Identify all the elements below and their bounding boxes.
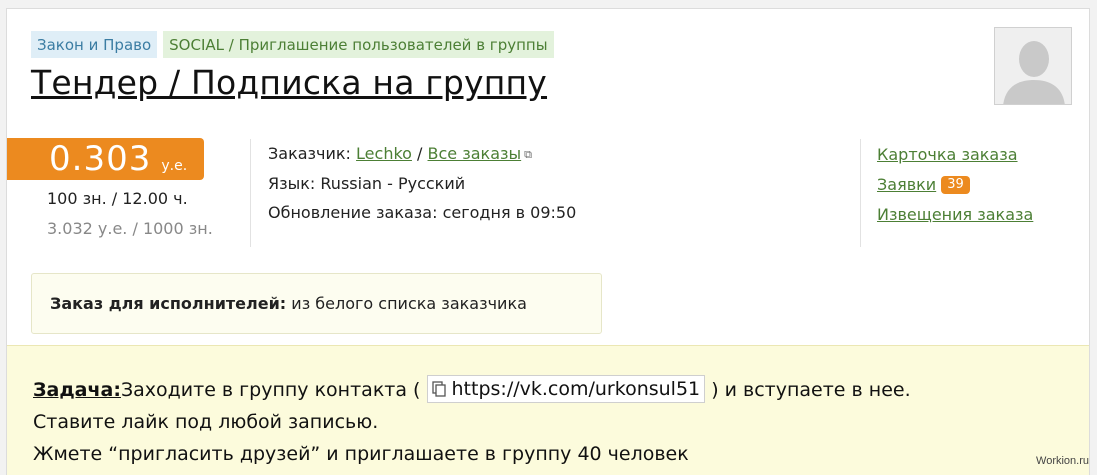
language-label: Язык: bbox=[268, 174, 316, 193]
task-line-2: Ставите лайк под любой записью. bbox=[33, 411, 379, 433]
all-orders-link[interactable]: Все заказы bbox=[428, 144, 522, 163]
bids-count-badge: 39 bbox=[941, 176, 970, 194]
language-value: Russian - Русский bbox=[320, 174, 466, 193]
task-link-box[interactable]: https://vk.com/urkonsul51 bbox=[426, 375, 706, 403]
order-info: Заказчик: Lechko / Все заказы ⧉ Язык: Rus… bbox=[268, 139, 576, 227]
whitelist-value: из белого списка заказчика bbox=[291, 294, 527, 313]
price-value: 0.303 bbox=[49, 139, 152, 179]
document-icon bbox=[431, 381, 446, 397]
divider-right bbox=[860, 139, 861, 247]
task-text-after-link: ) и вступаете в нее. bbox=[711, 379, 911, 401]
language-row: Язык: Russian - Русский bbox=[268, 169, 576, 198]
order-title: Тендер / Подписка на группу bbox=[31, 63, 548, 102]
order-side-links: Карточка заказа Заявки 39 Извещения заказ… bbox=[877, 140, 1033, 230]
rate-per-thousand: 3.032 у.е. / 1000 зн. bbox=[47, 219, 213, 238]
whitelist-notice: Заказ для исполнителей: из белого списка… bbox=[31, 273, 602, 334]
task-line-1: Задача:Заходите в группу контакта ( http… bbox=[33, 374, 1089, 406]
category-tag[interactable]: Закон и Право bbox=[31, 31, 158, 58]
separator: / bbox=[417, 144, 423, 163]
customer-link[interactable]: Lechko bbox=[356, 144, 412, 163]
subcategory-tag[interactable]: SOCIAL / Приглашение пользователей в гру… bbox=[163, 31, 554, 58]
category-tags: Закон и Право SOCIAL / Приглашение польз… bbox=[31, 31, 554, 58]
avatar-placeholder-icon bbox=[995, 28, 1071, 104]
task-text-before-link: Заходите в группу контакта ( bbox=[120, 379, 421, 401]
update-value: сегодня в 09:50 bbox=[442, 203, 577, 222]
order-notices-link[interactable]: Извещения заказа bbox=[877, 205, 1033, 224]
divider-left bbox=[250, 139, 251, 247]
task-section: Задача:Заходите в группу контакта ( http… bbox=[7, 345, 1089, 475]
customer-row: Заказчик: Lechko / Все заказы ⧉ bbox=[268, 139, 576, 169]
task-line-3: Жмете “пригласить друзей” и приглашаете … bbox=[33, 443, 689, 465]
whitelist-label: Заказ для исполнителей: bbox=[50, 294, 287, 313]
watermark: Workion.ru bbox=[1036, 455, 1089, 467]
update-label: Обновление заказа: bbox=[268, 203, 438, 222]
task-label: Задача: bbox=[33, 379, 121, 401]
price-unit: у.е. bbox=[161, 158, 188, 174]
update-row: Обновление заказа: сегодня в 09:50 bbox=[268, 198, 576, 227]
price-badge: 0.303 у.е. bbox=[7, 138, 204, 180]
order-card-link[interactable]: Карточка заказа bbox=[877, 145, 1018, 164]
task-link-url[interactable]: https://vk.com/urkonsul51 bbox=[452, 378, 701, 400]
customer-label: Заказчик: bbox=[268, 144, 351, 163]
external-link-icon[interactable]: ⧉ bbox=[524, 148, 532, 161]
customer-avatar[interactable] bbox=[994, 27, 1072, 105]
bids-link[interactable]: Заявки bbox=[877, 175, 936, 194]
order-card: Закон и Право SOCIAL / Приглашение польз… bbox=[6, 8, 1090, 475]
rate-line: 100 зн. / 12.00 ч. bbox=[47, 189, 188, 208]
